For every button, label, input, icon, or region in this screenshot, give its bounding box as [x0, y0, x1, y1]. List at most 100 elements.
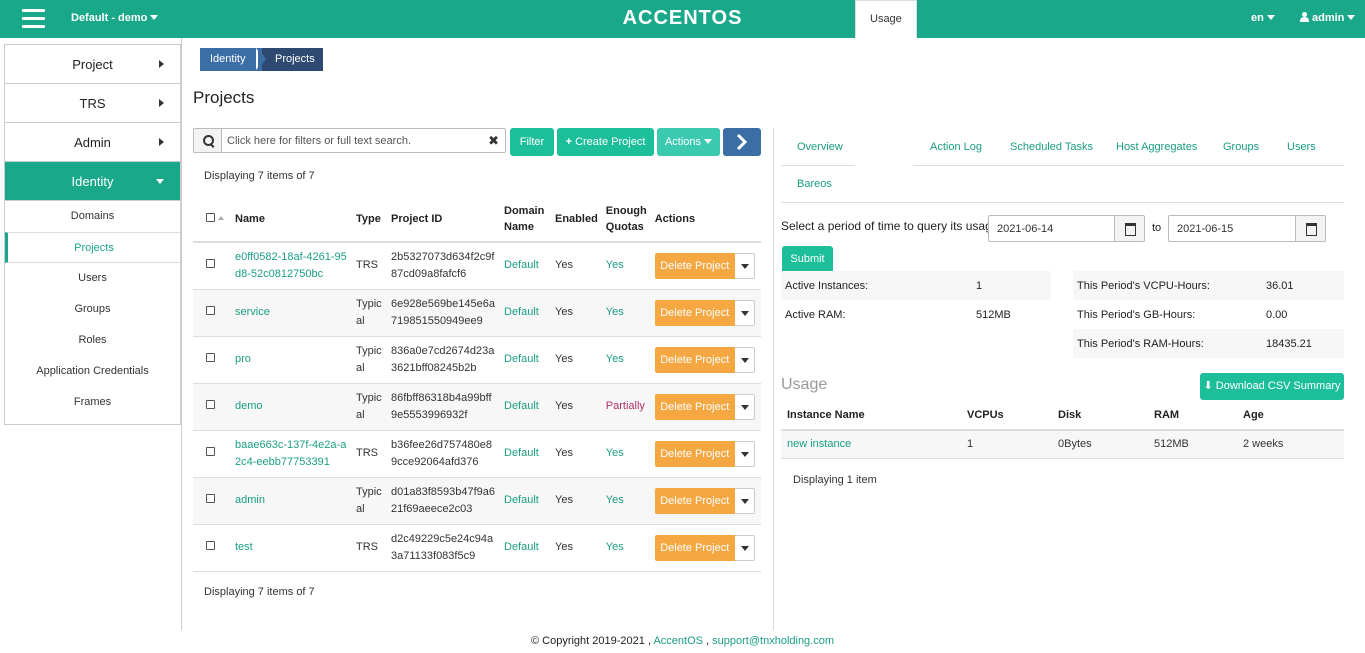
close-icon[interactable]: ✖ [488, 133, 499, 149]
support-email-link[interactable]: support@tnxholding.com [712, 635, 834, 647]
expand-button[interactable] [723, 128, 761, 156]
col-domain-name[interactable]: Domain Name [500, 197, 551, 243]
user-menu[interactable]: admin [1300, 12, 1356, 24]
date-from-input[interactable] [997, 221, 1107, 236]
tab-users[interactable]: Users [1287, 141, 1316, 153]
project-name-link[interactable]: pro [235, 353, 251, 365]
sidebar-item-label: Identity [71, 174, 114, 189]
quotas-link[interactable]: Yes [606, 259, 624, 271]
sidebar-item-users[interactable]: Users [5, 263, 180, 294]
domain-link[interactable]: Default [504, 400, 539, 412]
date-to-input[interactable] [1177, 221, 1287, 236]
domain-link[interactable]: Default [504, 259, 539, 271]
chevron-down-icon[interactable] [734, 252, 755, 279]
instance-name-link[interactable]: new instance [781, 430, 961, 459]
sidebar-item-frames[interactable]: Frames [5, 387, 180, 418]
project-name-link[interactable]: test [235, 541, 253, 553]
create-project-button[interactable]: + Create Project [557, 128, 654, 156]
tab-bareos[interactable]: Bareos [797, 178, 832, 190]
quotas-link[interactable]: Yes [606, 447, 624, 459]
row-checkbox[interactable] [206, 400, 215, 409]
domain-link[interactable]: Default [504, 353, 539, 365]
domain-link[interactable]: Default [504, 447, 539, 459]
quotas-link[interactable]: Yes [606, 306, 624, 318]
col-type[interactable]: Type [352, 197, 387, 243]
sidebar-item-projects[interactable]: Projects [5, 232, 180, 263]
delete-project-button[interactable]: Delete Project [654, 252, 735, 279]
col-actions: Actions [650, 197, 761, 243]
sidebar-item-application-credentials[interactable]: Application Credentials [5, 356, 180, 387]
row-checkbox[interactable] [206, 447, 215, 456]
search-input[interactable] [227, 132, 482, 149]
top-bar: Default - demo ACCENTOS en admin [0, 0, 1365, 38]
language-selector[interactable]: en [1251, 12, 1275, 24]
row-checkbox[interactable] [206, 494, 215, 503]
col-enabled[interactable]: Enabled [551, 197, 602, 243]
menu-icon[interactable] [22, 9, 45, 29]
chevron-down-icon[interactable] [734, 393, 755, 420]
project-name-link[interactable]: admin [235, 494, 265, 506]
actions-button[interactable]: Actions [657, 128, 720, 156]
sort-icon[interactable] [218, 216, 224, 220]
row-checkbox[interactable] [206, 306, 215, 315]
quotas-link[interactable]: Partially [606, 400, 645, 412]
project-selector[interactable]: Default - demo [71, 12, 159, 24]
sidebar-item-groups[interactable]: Groups [5, 294, 180, 325]
delete-project-button[interactable]: Delete Project [654, 346, 735, 373]
tab-groups[interactable]: Groups [1223, 141, 1259, 153]
search-icon[interactable] [194, 129, 222, 152]
col-name[interactable]: Name [231, 197, 352, 243]
tab-host-aggregates[interactable]: Host Aggregates [1116, 141, 1197, 153]
chevron-down-icon[interactable] [734, 534, 755, 561]
instance-name[interactable]: new instance [787, 438, 851, 450]
quotas-link[interactable]: Yes [606, 494, 624, 506]
domain-link[interactable]: Default [504, 541, 539, 553]
tab-scheduled-tasks[interactable]: Scheduled Tasks [1010, 141, 1093, 153]
domain-link[interactable]: Default [504, 494, 539, 506]
row-checkbox[interactable] [206, 353, 215, 362]
chevron-down-icon[interactable] [734, 346, 755, 373]
select-all-checkbox[interactable] [206, 213, 215, 222]
delete-project-button[interactable]: Delete Project [654, 487, 735, 514]
tab-action-log[interactable]: Action Log [930, 141, 982, 153]
tab-underline [913, 165, 1344, 166]
tab-overview[interactable]: Overview [797, 141, 843, 153]
col-enough-quotas[interactable]: Enough Quotas [601, 197, 651, 243]
delete-project-button[interactable]: Delete Project [654, 440, 735, 467]
project-name-link[interactable]: baae663c-137f-4e2a-a2c4-eebb77753391 [235, 439, 346, 468]
project-name-link[interactable]: demo [235, 400, 263, 412]
project-name-link[interactable]: e0ff0582-18af-4261-95d8-52c0812750bc [235, 251, 347, 280]
calendar-icon[interactable] [1114, 216, 1144, 241]
sidebar-item-admin[interactable]: Admin [5, 123, 180, 162]
filter-button[interactable]: Filter [510, 128, 554, 156]
breadcrumb-identity[interactable]: Identity [200, 48, 262, 71]
sidebar-item-domains[interactable]: Domains [5, 201, 180, 232]
delete-project-button[interactable]: Delete Project [654, 534, 735, 561]
delete-project-button[interactable]: Delete Project [654, 393, 735, 420]
sidebar-item-label: TRS [79, 96, 106, 111]
submit-button[interactable]: Submit [782, 246, 833, 273]
sidebar-item-trs[interactable]: TRS [5, 84, 180, 123]
row-checkbox[interactable] [206, 541, 215, 550]
quotas-link[interactable]: Yes [606, 353, 624, 365]
chevron-down-icon[interactable] [734, 487, 755, 514]
col-project-id[interactable]: Project ID [387, 197, 500, 243]
brand-link[interactable]: AccentOS [653, 635, 703, 647]
tab-usage[interactable]: Usage [855, 0, 917, 38]
domain-link[interactable]: Default [504, 306, 539, 318]
row-checkbox[interactable] [206, 259, 215, 269]
chevron-down-icon[interactable] [734, 299, 755, 326]
quotas-link[interactable]: Yes [606, 541, 624, 553]
sidebar-item-roles[interactable]: Roles [5, 325, 180, 356]
sidebar-item-project[interactable]: Project [5, 45, 180, 84]
project-name-link[interactable]: service [235, 306, 270, 318]
row-actions: Delete Project [650, 477, 761, 525]
sidebar-item-identity[interactable]: Identity [5, 162, 180, 201]
quotas-cell: Yes [601, 289, 651, 337]
chevron-down-icon[interactable] [734, 440, 755, 467]
chevron-down-icon [150, 15, 159, 20]
download-csv-button[interactable]: ⬇ Download CSV Summary [1200, 373, 1344, 400]
calendar-icon[interactable] [1295, 216, 1325, 241]
delete-project-button[interactable]: Delete Project [654, 299, 735, 326]
sidebar-item-label: Admin [74, 135, 111, 150]
